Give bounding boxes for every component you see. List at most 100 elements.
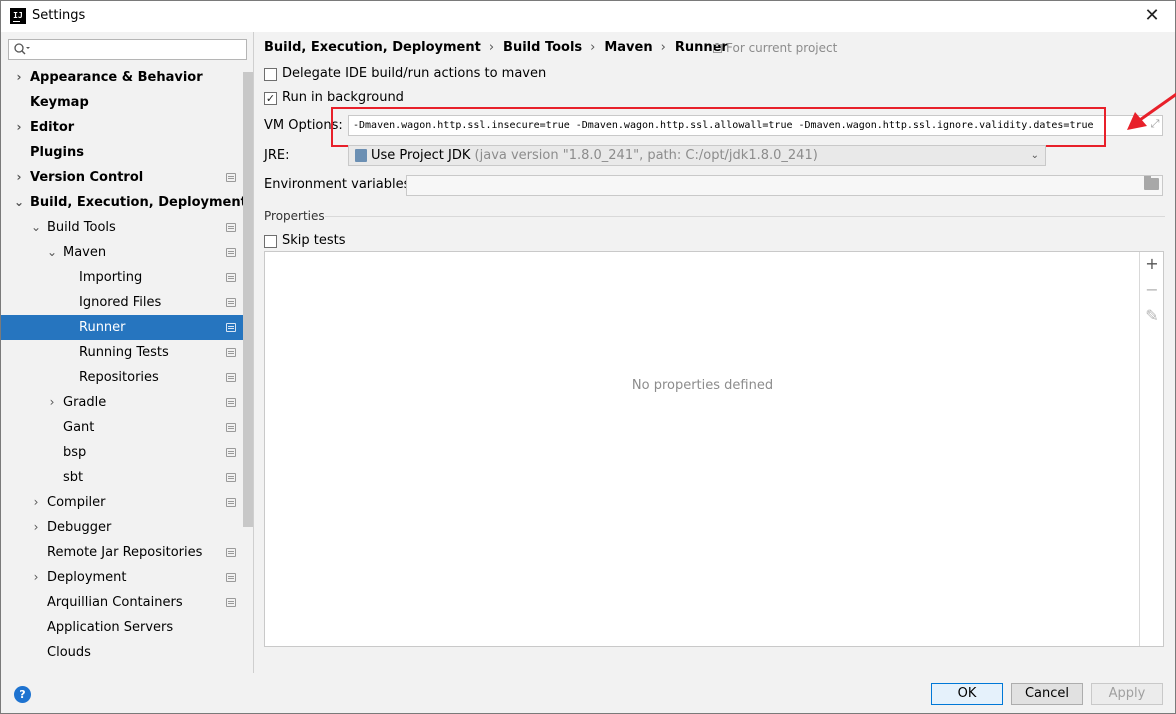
sidebar-item[interactable]: bsp bbox=[1, 440, 253, 465]
sidebar-item[interactable]: › Version Control bbox=[1, 165, 253, 190]
env-vars-input[interactable] bbox=[406, 175, 1163, 196]
skip-tests-label: Skip tests bbox=[282, 233, 346, 248]
settings-window: IJ Settings ✕ › Appearance & Behavior Keym… bbox=[0, 0, 1176, 714]
sidebar-item-label: Ignored Files bbox=[79, 295, 162, 310]
jre-selected-value: Use Project JDK bbox=[371, 148, 471, 163]
sidebar-item[interactable]: Keymap bbox=[1, 90, 253, 115]
breadcrumb: Build, Execution, Deployment › Build Tools… bbox=[264, 40, 728, 58]
runner-settings-panel: Build, Execution, Deployment › Build Tools… bbox=[255, 32, 1176, 673]
sidebar-item[interactable]: Running Tests bbox=[1, 340, 253, 365]
breadcrumb-item: Maven bbox=[604, 40, 653, 55]
sidebar-item[interactable]: Arquillian Containers bbox=[1, 590, 253, 615]
breadcrumb-separator: › bbox=[660, 40, 666, 55]
chevron-right-icon[interactable]: › bbox=[13, 165, 25, 190]
properties-section-title: Properties bbox=[264, 209, 325, 223]
sidebar-item-label: bsp bbox=[63, 445, 87, 460]
remove-icon[interactable]: − bbox=[1140, 278, 1164, 302]
sidebar-item-label: Build Tools bbox=[47, 220, 116, 235]
run-in-background-checkbox[interactable]: ✓ bbox=[264, 92, 277, 105]
sidebar-item-label: Deployment bbox=[47, 570, 127, 585]
sidebar-item-label: Clouds bbox=[47, 645, 91, 660]
sidebar-item-label: Appearance & Behavior bbox=[30, 70, 203, 85]
edit-icon[interactable]: ✎ bbox=[1140, 304, 1164, 328]
project-scope-icon bbox=[226, 398, 236, 407]
apply-button[interactable]: Apply bbox=[1091, 683, 1163, 705]
run-in-background-label: Run in background bbox=[282, 90, 404, 105]
add-icon[interactable]: + bbox=[1140, 252, 1164, 276]
ok-button[interactable]: OK bbox=[931, 683, 1003, 705]
sidebar-item[interactable]: Runner bbox=[1, 315, 253, 340]
chevron-right-icon[interactable]: › bbox=[30, 515, 42, 540]
sidebar-item-label: Build, Execution, Deployment bbox=[30, 195, 247, 210]
chevron-right-icon[interactable]: › bbox=[13, 65, 25, 90]
project-scope-icon bbox=[226, 423, 236, 432]
help-icon[interactable]: ? bbox=[14, 686, 31, 703]
sidebar-item[interactable]: Clouds bbox=[1, 640, 253, 665]
sidebar-item[interactable]: ⌄ Maven bbox=[1, 240, 253, 265]
project-scope-icon bbox=[226, 573, 236, 582]
project-scope-icon bbox=[226, 248, 236, 257]
sidebar-item[interactable]: sbt bbox=[1, 465, 253, 490]
jre-label: JRE: bbox=[264, 148, 290, 163]
sidebar-item-label: Version Control bbox=[30, 170, 144, 185]
section-divider bbox=[325, 216, 1165, 217]
sidebar-item-label: Gant bbox=[63, 420, 95, 435]
chevron-right-icon[interactable]: › bbox=[46, 390, 58, 415]
project-scope-icon bbox=[713, 44, 722, 53]
chevron-right-icon[interactable]: › bbox=[30, 490, 42, 515]
project-scope-icon bbox=[226, 348, 236, 357]
annotation-arrow bbox=[1127, 92, 1176, 130]
sidebar-item[interactable]: › Gradle bbox=[1, 390, 253, 415]
sidebar-item[interactable]: Repositories bbox=[1, 365, 253, 390]
properties-toolbar: + − ✎ bbox=[1139, 252, 1163, 646]
title-bar: IJ Settings ✕ bbox=[1, 1, 1175, 32]
sidebar-item-label: Gradle bbox=[63, 395, 107, 410]
jre-detail: (java version "1.8.0_241", path: C:/opt/… bbox=[470, 148, 818, 163]
skip-tests-checkbox[interactable] bbox=[264, 235, 277, 248]
properties-table[interactable]: No properties defined + − ✎ bbox=[264, 251, 1164, 647]
sidebar-item[interactable]: Importing bbox=[1, 265, 253, 290]
sidebar-item[interactable]: Gant bbox=[1, 415, 253, 440]
chevron-right-icon[interactable]: › bbox=[30, 565, 42, 590]
delegate-build-checkbox[interactable] bbox=[264, 68, 277, 81]
sidebar-item[interactable]: Plugins bbox=[1, 140, 253, 165]
sidebar-item-label: Compiler bbox=[47, 495, 106, 510]
settings-sidebar: › Appearance & Behavior Keymap › Editor Plugi… bbox=[1, 32, 254, 673]
project-scope-icon bbox=[226, 473, 236, 482]
sidebar-item[interactable]: › Appearance & Behavior bbox=[1, 65, 253, 90]
sidebar-item[interactable]: Ignored Files bbox=[1, 290, 253, 315]
sidebar-item[interactable]: ⌄ Build, Execution, Deployment bbox=[1, 190, 253, 215]
jre-select[interactable]: Use Project JDK (java version "1.8.0_241… bbox=[348, 145, 1046, 166]
project-scope-icon bbox=[226, 498, 236, 507]
sidebar-item[interactable]: › Editor bbox=[1, 115, 253, 140]
breadcrumb-item: Build, Execution, Deployment bbox=[264, 40, 481, 55]
sidebar-item-label: Running Tests bbox=[79, 345, 169, 360]
env-vars-label: Environment variables: bbox=[264, 177, 415, 192]
sidebar-item[interactable]: › Debugger bbox=[1, 515, 253, 540]
sidebar-item[interactable]: › Deployment bbox=[1, 565, 253, 590]
sidebar-item-label: Application Servers bbox=[47, 620, 174, 635]
sidebar-item-label: Repositories bbox=[79, 370, 159, 385]
project-scope-icon bbox=[226, 323, 236, 332]
sidebar-item-label: Runner bbox=[79, 320, 126, 335]
chevron-down-icon[interactable]: ⌄ bbox=[30, 215, 42, 240]
delegate-build-label: Delegate IDE build/run actions to maven bbox=[282, 66, 547, 81]
cancel-button[interactable]: Cancel bbox=[1011, 683, 1083, 705]
chevron-down-icon[interactable]: ⌄ bbox=[46, 240, 58, 265]
chevron-down-icon[interactable]: ⌄ bbox=[13, 190, 25, 215]
sidebar-item[interactable]: › Compiler bbox=[1, 490, 253, 515]
chevron-down-icon: ⌄ bbox=[1030, 150, 1039, 161]
sidebar-item-label: Keymap bbox=[30, 95, 89, 110]
close-icon[interactable]: ✕ bbox=[1129, 1, 1175, 32]
folder-icon[interactable] bbox=[1144, 176, 1159, 190]
sidebar-item-label: Editor bbox=[30, 120, 75, 135]
sidebar-item-label: sbt bbox=[63, 470, 84, 485]
settings-search-input[interactable] bbox=[8, 39, 247, 60]
sidebar-scrollbar[interactable] bbox=[243, 72, 253, 527]
chevron-right-icon[interactable]: › bbox=[13, 115, 25, 140]
sidebar-item[interactable]: Application Servers bbox=[1, 615, 253, 640]
project-scope-icon bbox=[226, 298, 236, 307]
breadcrumb-separator: › bbox=[488, 40, 495, 55]
sidebar-item[interactable]: ⌄ Build Tools bbox=[1, 215, 253, 240]
sidebar-item[interactable]: Remote Jar Repositories bbox=[1, 540, 253, 565]
